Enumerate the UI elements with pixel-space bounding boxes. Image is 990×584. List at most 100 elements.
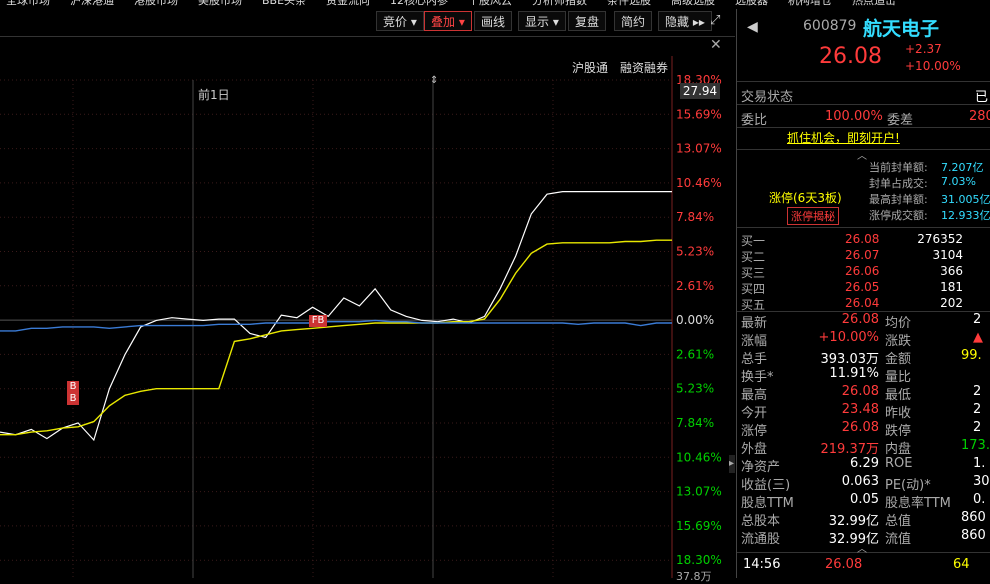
stat-value: 99. — [961, 348, 982, 363]
stat-value: 173. — [961, 438, 990, 453]
top-menu-item[interactable]: 条件选股 — [607, 0, 651, 7]
stat-label: 流通股 — [741, 532, 781, 547]
bid-price: 26.06 — [845, 264, 880, 278]
top-menu-item[interactable]: 分析师指数 — [532, 0, 587, 7]
stat-label: 涨幅 — [741, 334, 768, 349]
bid-diff-label: 委差 — [887, 113, 914, 128]
stat-value: 2 — [973, 384, 982, 399]
top-menu-item[interactable]: 机构增仓 — [788, 0, 832, 7]
stock-name: 航天电子 — [863, 18, 940, 40]
top-menu-bar: 全球市场 沪深港通 港股市场 美股市场 BBE头条 资金流向 12核心内参 个股风云 分析师指数… — [0, 0, 990, 9]
limit-info-label: 当前封单额: — [869, 161, 928, 174]
axis-tick-label: 7.84% — [676, 416, 714, 430]
limit-reveal-button[interactable]: 涨停揭秘 — [787, 207, 839, 225]
stat-label: PE(动)* — [885, 478, 931, 493]
axis-tick-label: 10.46% — [676, 450, 722, 464]
axis-tick-label: 2.61% — [676, 347, 714, 361]
bid-price: 26.04 — [845, 296, 880, 310]
fullscreen-icon[interactable]: ⤢ — [710, 13, 726, 29]
stat-label: 股息率TTM — [885, 496, 951, 511]
drag-handle-icon[interactable]: ⇕ — [430, 75, 438, 86]
stat-label: 量比 — [885, 370, 912, 385]
top-menu-item[interactable]: 美股市场 — [198, 0, 242, 7]
axis-tick-label: 13.07% — [676, 142, 722, 156]
stock-code: 600879 — [803, 18, 857, 34]
stat-label: 总手 — [741, 352, 768, 367]
stat-value: +10.00% — [818, 330, 879, 345]
top-menu-item[interactable]: BBE头条 — [262, 0, 306, 7]
draw-line-button[interactable]: 画线 — [474, 11, 513, 31]
overlay-button[interactable]: 叠加 ▾ — [424, 11, 472, 31]
stat-label: 内盘 — [885, 442, 912, 457]
stat-value: 26.08 — [841, 384, 879, 399]
top-menu-item[interactable]: 个股风云 — [468, 0, 512, 7]
stat-value: 393.03万 — [820, 352, 880, 367]
stat-value: 30 — [973, 474, 990, 489]
top-menu-item[interactable]: 沪深港通 — [70, 0, 114, 7]
expand-up-icon[interactable]: ︿ — [857, 540, 867, 555]
chart-subbar: ✕ — [0, 36, 735, 57]
bid-price: 26.07 — [845, 248, 880, 262]
top-menu-item[interactable]: 热点追击 — [852, 0, 896, 7]
limit-info-value: 12.933亿 — [941, 209, 990, 222]
display-button[interactable]: 显示 ▾ — [518, 11, 566, 31]
buy-marker[interactable]: B — [67, 381, 79, 393]
top-menu-item[interactable]: 选股器 — [735, 0, 768, 7]
simple-button[interactable]: 简约 — [614, 11, 653, 31]
hide-button[interactable]: 隐藏 ▸▸ — [658, 11, 712, 31]
stat-value: 2 — [973, 420, 982, 435]
tick-volume: 64 — [953, 557, 970, 572]
stat-value: 1. — [973, 456, 986, 471]
stat-value: 860 — [961, 510, 986, 525]
stat-label: 股息TTM — [741, 496, 794, 511]
price-line — [0, 191, 672, 442]
top-menu-item[interactable]: 港股市场 — [134, 0, 178, 7]
price-cursor-box: 27.94 — [680, 83, 720, 99]
stat-label: 涨停 — [741, 424, 768, 439]
stat-label: 总股本 — [741, 514, 781, 529]
bid-label: 买一 — [741, 234, 766, 248]
bid-volume: 181 — [940, 280, 963, 294]
stat-label: 跌停 — [885, 424, 912, 439]
bid-volume: 3104 — [932, 248, 963, 262]
top-menu-item[interactable]: 全球市场 — [6, 0, 50, 7]
trade-status-label: 交易状态 — [741, 90, 794, 105]
stat-value: 219.37万 — [820, 442, 880, 457]
stat-label: 昨收 — [885, 406, 912, 421]
top-menu-item[interactable]: 高级选股 — [671, 0, 715, 7]
panel-back-icon[interactable]: ◀ — [747, 19, 758, 35]
stat-label: 最新 — [741, 316, 768, 331]
replay-button[interactable]: 复盘 — [568, 11, 607, 31]
close-icon[interactable]: ✕ — [710, 37, 722, 53]
axis-tick-label: 15.69% — [676, 107, 722, 121]
fb-marker[interactable]: FB — [309, 315, 327, 327]
stat-value: ▲ — [973, 330, 983, 345]
stat-label: 净资产 — [741, 460, 781, 475]
stat-label: 外盘 — [741, 442, 768, 457]
bid-label: 买三 — [741, 266, 766, 280]
quote-panel: ◀ 600879 航天电子 26.08 +2.37 +10.00% 交易状态 已… — [736, 9, 990, 578]
stat-label: 最高 — [741, 388, 768, 403]
bid-ratio-value: 100.00% — [825, 109, 883, 124]
previous-day-label: 前1日 — [198, 88, 230, 102]
intraday-chart[interactable]: 18.30% 15.69% 13.07% 10.46% 7.84% 5.23% 2.61% 0… — [0, 56, 735, 578]
axis-tick-label: 18.30% — [676, 553, 722, 567]
stat-label: 今开 — [741, 406, 768, 421]
auction-button[interactable]: 竞价 ▾ — [376, 11, 424, 31]
limit-up-tag: 涨停(6天3板) — [769, 191, 842, 205]
stat-value: 2 — [973, 402, 982, 417]
bid-price: 26.08 — [845, 232, 880, 246]
buy-marker[interactable]: B — [67, 393, 79, 405]
collapse-arrow-icon[interactable]: ▸ — [729, 455, 735, 473]
stat-label: ROE — [885, 456, 913, 471]
stat-label: 均价 — [885, 316, 912, 331]
open-account-link[interactable]: 抓住机会，即刻开户! — [787, 129, 900, 146]
top-menu-item[interactable]: 12核心内参 — [390, 0, 448, 7]
axis-tick-label: 7.84% — [676, 210, 714, 224]
top-menu-item[interactable]: 资金流向 — [326, 0, 370, 7]
bid-diff-value: 280 — [969, 109, 990, 124]
stat-value: 11.91% — [829, 366, 879, 381]
stat-label: 换手* — [741, 370, 774, 385]
price-change: +2.37 — [905, 42, 942, 56]
stat-value: 26.08 — [841, 420, 879, 435]
